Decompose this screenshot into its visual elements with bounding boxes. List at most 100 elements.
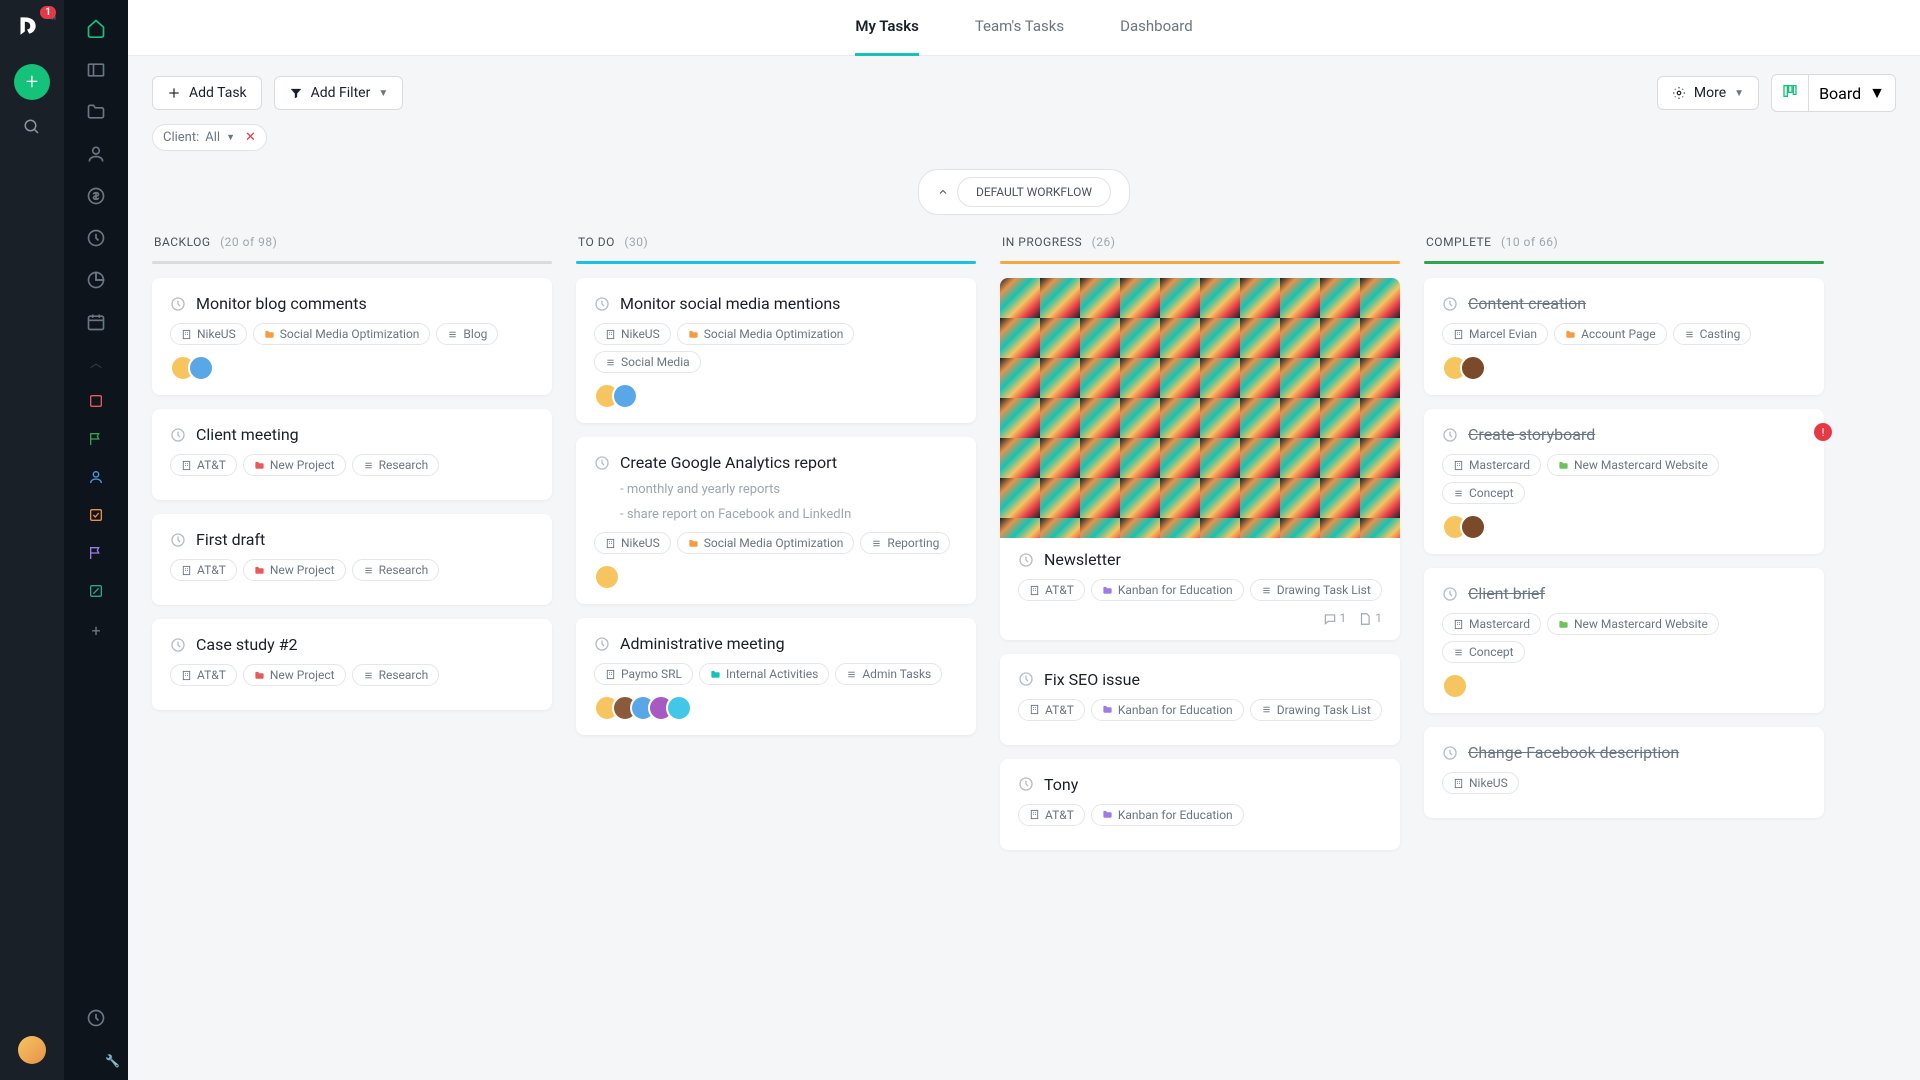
task-card[interactable]: Monitor blog commentsNikeUSSocial Media … <box>152 278 552 395</box>
tag[interactable]: AT&T <box>170 454 237 476</box>
tag[interactable]: Social Media Optimization <box>677 323 855 345</box>
tag[interactable]: New Project <box>243 454 346 476</box>
home-icon[interactable] <box>86 18 106 38</box>
task-card[interactable]: First draftAT&TNew ProjectResearch <box>152 514 552 605</box>
nav-note-icon[interactable] <box>88 583 104 599</box>
calendar-icon[interactable] <box>86 312 106 332</box>
avatar[interactable] <box>188 355 214 381</box>
tag[interactable]: Social Media Optimization <box>253 323 431 345</box>
add-filter-button[interactable]: Add Filter ▼ <box>274 76 404 110</box>
folder-icon[interactable] <box>86 102 106 122</box>
task-card[interactable]: NewsletterAT&TKanban for EducationDrawin… <box>1000 278 1400 640</box>
user-avatar[interactable] <box>18 1036 46 1064</box>
reports-icon[interactable] <box>86 270 106 290</box>
tag[interactable]: Marcel Evian <box>1442 323 1548 345</box>
tag[interactable]: Research <box>352 664 440 686</box>
board-view-dropdown[interactable]: Board ▼ <box>1809 74 1896 112</box>
tab-my-tasks[interactable]: My Tasks <box>855 0 919 56</box>
money-icon[interactable] <box>86 186 106 206</box>
list-icon <box>363 670 374 681</box>
card-wrap: Client meetingAT&TNew ProjectResearch <box>152 409 552 500</box>
add-task-button[interactable]: Add Task <box>152 76 262 110</box>
time-icon[interactable] <box>86 228 106 248</box>
tag[interactable]: Drawing Task List <box>1250 579 1382 601</box>
nav-check-icon[interactable] <box>88 507 104 523</box>
task-card[interactable]: Fix SEO issueAT&TKanban for EducationDra… <box>1000 654 1400 745</box>
tag[interactable]: New Mastercard Website <box>1547 454 1719 476</box>
close-icon[interactable]: ✕ <box>245 130 256 145</box>
tab-team-s-tasks[interactable]: Team's Tasks <box>975 0 1064 56</box>
tag[interactable]: New Project <box>243 664 346 686</box>
task-card[interactable]: Change Facebook descriptionNikeUS <box>1424 727 1824 818</box>
tag[interactable]: Internal Activities <box>699 663 829 685</box>
projects-icon[interactable] <box>86 60 106 80</box>
avatar[interactable] <box>1442 673 1468 699</box>
workflow-chip[interactable]: DEFAULT WORKFLOW <box>918 169 1130 215</box>
nav-flag-icon[interactable] <box>88 431 104 447</box>
nav-divider[interactable]: ︿ <box>90 354 102 371</box>
tag[interactable]: NikeUS <box>594 323 671 345</box>
avatar[interactable] <box>612 383 638 409</box>
tag[interactable]: NikeUS <box>594 532 671 554</box>
tag[interactable]: Kanban for Education <box>1091 699 1244 721</box>
task-card[interactable]: Monitor social media mentionsNikeUSSocia… <box>576 278 976 423</box>
tag[interactable]: NikeUS <box>1442 772 1519 794</box>
avatar[interactable] <box>1460 355 1486 381</box>
nav-flag-purple-icon[interactable] <box>88 545 104 561</box>
tag[interactable]: Paymo SRL <box>594 663 693 685</box>
search-icon[interactable] <box>23 118 41 136</box>
tag[interactable]: Casting <box>1673 323 1752 345</box>
tag[interactable]: New Mastercard Website <box>1547 613 1719 635</box>
tag[interactable]: Reporting <box>860 532 950 554</box>
avatar[interactable] <box>594 564 620 590</box>
settings-icon[interactable]: 🔧 <box>105 1054 120 1068</box>
tag[interactable]: Research <box>352 559 440 581</box>
task-card[interactable]: Create Google Analytics report- monthly … <box>576 437 976 604</box>
task-card[interactable]: Client briefMastercardNew Mastercard Web… <box>1424 568 1824 713</box>
tag[interactable]: Concept <box>1442 641 1525 663</box>
task-card[interactable]: Client meetingAT&TNew ProjectResearch <box>152 409 552 500</box>
nav-user-blue-icon[interactable] <box>88 469 104 485</box>
folder-icon <box>710 669 721 680</box>
add-button[interactable]: + <box>14 64 50 100</box>
tag[interactable]: Mastercard <box>1442 454 1541 476</box>
users-icon[interactable] <box>86 144 106 164</box>
more-button[interactable]: More ▼ <box>1657 76 1759 110</box>
tag[interactable]: Social Media <box>594 351 701 373</box>
tag[interactable]: AT&T <box>1018 699 1085 721</box>
tag[interactable]: Social Media Optimization <box>677 532 855 554</box>
tag[interactable]: Kanban for Education <box>1091 579 1244 601</box>
app-logo[interactable]: 1 <box>14 12 50 48</box>
board-view-icon[interactable] <box>1771 74 1809 112</box>
tag[interactable]: New Project <box>243 559 346 581</box>
tag[interactable]: Drawing Task List <box>1250 699 1382 721</box>
tab-dashboard[interactable]: Dashboard <box>1120 0 1193 56</box>
tag[interactable]: AT&T <box>170 559 237 581</box>
nav-pin-red-icon[interactable] <box>88 393 104 409</box>
tag[interactable]: AT&T <box>1018 804 1085 826</box>
tag[interactable]: Concept <box>1442 482 1525 504</box>
avatar[interactable] <box>666 695 692 721</box>
avatar-group <box>594 383 958 409</box>
task-card[interactable]: Tony AT&T Kanban for Education <box>1000 759 1400 850</box>
card-title: Content creation <box>1468 294 1586 313</box>
tag[interactable]: AT&T <box>1018 579 1085 601</box>
tag[interactable]: Admin Tasks <box>835 663 942 685</box>
card-title-row: Tony <box>1018 775 1382 794</box>
timer-icon[interactable] <box>86 1008 106 1028</box>
nav-add-icon[interactable]: + <box>91 621 100 640</box>
tag[interactable]: Blog <box>436 323 498 345</box>
tag-text: Social Media Optimization <box>704 327 844 341</box>
task-card[interactable]: Case study #2AT&TNew ProjectResearch <box>152 619 552 710</box>
filter-chip-client[interactable]: Client: All ▼ ✕ <box>152 124 267 151</box>
tag[interactable]: Account Page <box>1554 323 1667 345</box>
tag[interactable]: NikeUS <box>170 323 247 345</box>
tag[interactable]: AT&T <box>170 664 237 686</box>
tag[interactable]: Research <box>352 454 440 476</box>
task-card[interactable]: Administrative meetingPaymo SRLInternal … <box>576 618 976 735</box>
tag[interactable]: Kanban for Education <box>1091 804 1244 826</box>
avatar[interactable] <box>1460 514 1486 540</box>
task-card[interactable]: Create storyboardMastercardNew Mastercar… <box>1424 409 1824 554</box>
tag[interactable]: Mastercard <box>1442 613 1541 635</box>
task-card[interactable]: Content creation Marcel Evian Account Page… <box>1424 278 1824 395</box>
